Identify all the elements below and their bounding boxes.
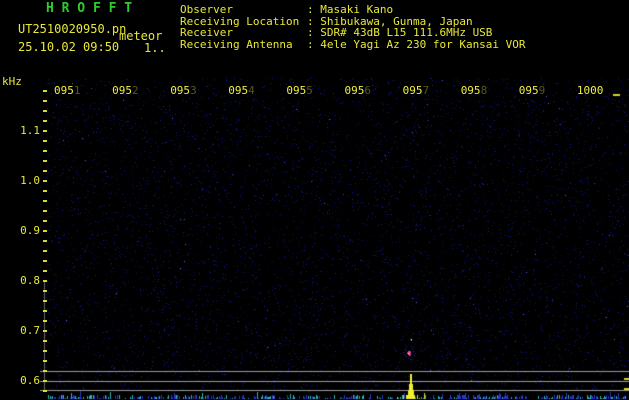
- freq-axis-tick: [43, 150, 47, 152]
- freq-tick-label: 1.1: [20, 124, 40, 137]
- freq-axis-tick: [43, 160, 47, 162]
- freq-axis-tick: [43, 360, 47, 362]
- info-row: Receiver : SDR# 43dB L15 111.6MHz USB: [180, 27, 526, 39]
- freq-axis-tick: [43, 220, 47, 222]
- time-tick-label: 1000: [576, 84, 604, 97]
- freq-axis-tick: [43, 210, 47, 212]
- station-info: Observer: Masaki Kano Receiving Location:…: [180, 4, 526, 50]
- filename-label: UT2510020950.pn: [18, 22, 127, 36]
- spectrogram-canvas: [0, 0, 629, 400]
- time-tick-label: 0951: [54, 84, 81, 97]
- freq-axis-tick: [43, 230, 47, 232]
- freq-tick-label: 1.0: [20, 174, 40, 187]
- freq-axis-tick: [43, 370, 47, 372]
- freq-axis-tick: [43, 130, 47, 132]
- time-tick-label: 0957: [402, 84, 430, 97]
- info-row: Observer : Masaki Kano: [180, 4, 526, 16]
- freq-axis-tick: [43, 250, 47, 252]
- info-row-label: Receiving Antenna: [180, 37, 293, 51]
- time-tick-label: 0955: [286, 84, 313, 97]
- info-row-value: : 4ele Yagi Az 230 for Kansai VOR: [307, 37, 526, 51]
- freq-axis-tick: [43, 330, 47, 332]
- freq-axis-tick: [43, 280, 47, 282]
- freq-axis-tick: [43, 300, 47, 302]
- freq-axis-tick: [43, 290, 47, 292]
- counter-label: 1..: [144, 41, 166, 55]
- freq-axis-unit-label: kHz: [2, 75, 22, 88]
- info-row-value: : SDR# 43dB L15 111.6MHz USB: [307, 26, 493, 39]
- freq-axis-tick: [43, 340, 47, 342]
- freq-axis-tick: [43, 190, 47, 192]
- freq-axis-tick: [43, 120, 47, 122]
- time-tick-label: 0953: [170, 84, 197, 97]
- freq-axis-tick: [43, 200, 47, 202]
- freq-axis-tick: [43, 140, 47, 142]
- freq-axis-tick: [43, 270, 47, 272]
- freq-tick-label: 0.8: [20, 274, 40, 287]
- freq-axis-tick: [43, 260, 47, 262]
- app-title: H R O F F T: [46, 1, 133, 16]
- datetime-label: 25.10.02 09:50: [18, 40, 120, 54]
- info-row-label: Observer: [180, 3, 233, 16]
- freq-axis-tick: [43, 180, 47, 182]
- time-tick-label: 0954: [228, 84, 255, 97]
- freq-axis-tick: [43, 390, 47, 392]
- freq-tick-label: 0.6: [20, 374, 40, 387]
- time-tick-label: 0956: [344, 84, 372, 97]
- info-row-label: Receiver: [180, 26, 233, 39]
- info-row: Receiving Antenna : 4ele Yagi Az 230 for …: [180, 37, 526, 51]
- freq-tick-label: 0.9: [20, 224, 40, 237]
- freq-axis-tick: [43, 310, 47, 312]
- freq-axis-tick: [43, 240, 47, 242]
- freq-axis-tick: [43, 350, 47, 352]
- freq-axis-tick: [43, 170, 47, 172]
- hrofft-screen: H R O F F T UT2510020950.pn meteor 25.10…: [0, 0, 629, 400]
- info-row-value: : Masaki Kano: [307, 3, 394, 16]
- time-tick-label: 0952: [112, 84, 139, 97]
- freq-axis-tick: [43, 90, 47, 92]
- freq-axis-tick: [43, 380, 47, 382]
- time-tick-label: 0958: [460, 84, 488, 97]
- freq-tick-label: 0.7: [20, 324, 40, 337]
- freq-axis-tick: [43, 100, 47, 102]
- freq-axis-tick: [43, 320, 47, 322]
- time-tick-label: 0959: [518, 84, 546, 97]
- freq-axis-tick: [43, 110, 47, 112]
